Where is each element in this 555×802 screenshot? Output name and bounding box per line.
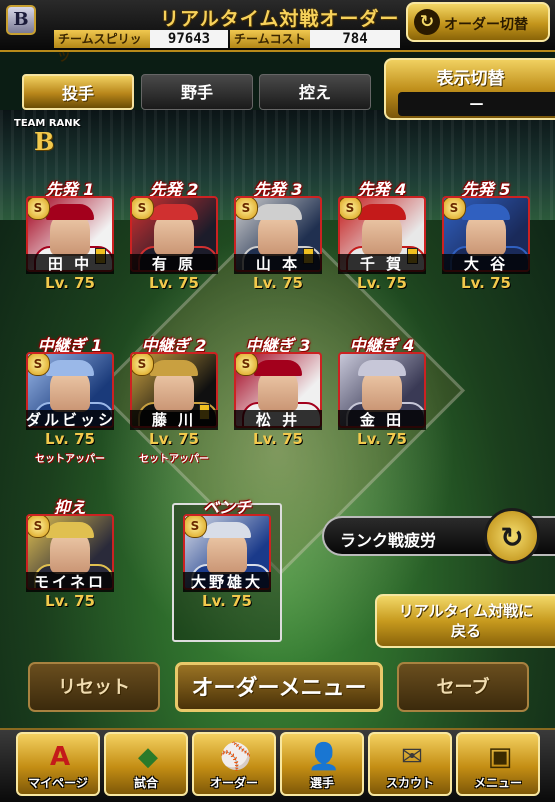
player-role: セットアッパー	[139, 454, 209, 465]
rarity-badge-icon: S	[340, 198, 362, 220]
player-cap	[254, 360, 302, 376]
display-switch-button[interactable]: 表示切替 —	[384, 58, 555, 120]
player-level: Lv. 75	[45, 274, 95, 292]
team-logo: B	[6, 5, 36, 35]
rarity-badge-icon: S	[132, 198, 154, 220]
player-cap	[358, 204, 406, 220]
player-name: 田 中	[26, 254, 114, 274]
player-level: Lv. 75	[149, 274, 199, 292]
player-icon: 👤	[307, 742, 341, 772]
player-level: Lv. 75	[357, 274, 407, 292]
page-title: リアルタイム対戦オーダー	[160, 8, 400, 30]
rarity-badge-icon: S	[444, 198, 466, 220]
player-cap	[150, 360, 198, 376]
team-spirit-label: チームスピリッツ	[54, 30, 150, 64]
nav-game[interactable]: ◆ 試合	[104, 732, 188, 796]
team-spirit-value: 97643	[150, 30, 228, 48]
reset-button[interactable]: リセット	[28, 662, 160, 712]
baseball-field-icon: ◆	[138, 742, 158, 772]
display-switch-value: —	[398, 92, 555, 116]
nav-menu-label: メニュー	[473, 776, 522, 790]
order-switch-button[interactable]: ↻ オーダー切替	[406, 2, 550, 42]
player-cap	[203, 522, 251, 538]
team-rank: TEAM RANK B	[14, 118, 80, 156]
team-cost-value: 784	[310, 30, 400, 48]
nav-player-label: 選手	[309, 776, 334, 790]
rarity-badge-icon: S	[28, 198, 50, 220]
back-to-realtime-line1: リアルタイム対戦に	[398, 602, 534, 620]
nav-mypage[interactable]: A マイページ	[16, 732, 100, 796]
player-level: Lv. 75	[253, 274, 303, 292]
player-name: 山 本	[234, 254, 322, 274]
player-level: Lv. 75	[357, 430, 407, 448]
rarity-badge-icon: S	[28, 516, 50, 538]
team-cost-label: チームコスト	[230, 30, 310, 48]
rarity-badge-icon: S	[28, 354, 50, 376]
nav-scout[interactable]: ✉ スカウト	[368, 732, 452, 796]
rarity-badge-icon: S	[236, 198, 258, 220]
tab-reserve[interactable]: 控え	[259, 74, 371, 110]
nav-player[interactable]: 👤 選手	[280, 732, 364, 796]
back-to-realtime-line2: 戻る	[450, 622, 481, 640]
player-name: モイネロ	[26, 572, 114, 592]
player-name: 大 谷	[442, 254, 530, 274]
display-switch-label: 表示切替	[436, 69, 505, 89]
player-name: 金 田	[338, 410, 426, 430]
rarity-badge-icon: S	[185, 516, 207, 538]
save-button[interactable]: セーブ	[397, 662, 529, 712]
player-cap	[358, 360, 406, 376]
rarity-badge-icon: S	[236, 354, 258, 376]
baseball-icon: ⚾	[219, 742, 253, 772]
player-cap	[46, 204, 94, 220]
team-rank-value: B	[34, 127, 55, 156]
nav-game-label: 試合	[133, 776, 158, 790]
tab-pitcher[interactable]: 投手	[22, 74, 134, 110]
refresh-icon[interactable]: ↻	[484, 508, 540, 564]
player-cap	[150, 204, 198, 220]
player-name: 大野雄大	[183, 572, 271, 592]
player-role: セットアッパー	[35, 454, 105, 465]
card-envelope-icon: ✉	[401, 742, 423, 772]
back-to-realtime-button[interactable]: リアルタイム対戦に 戻る	[375, 594, 555, 648]
player-level: Lv. 75	[45, 592, 95, 610]
player-level: Lv. 75	[202, 592, 252, 610]
player-cap	[462, 204, 510, 220]
nav-scout-label: スカウト	[385, 776, 434, 790]
player-cap	[254, 204, 302, 220]
rarity-badge-icon: S	[132, 354, 154, 376]
menu-icon: ▣	[487, 742, 513, 772]
mypage-icon: A	[49, 742, 71, 772]
order-menu-button[interactable]: オーダーメニュー	[175, 662, 383, 712]
nav-mypage-label: マイページ	[28, 776, 88, 790]
nav-menu[interactable]: ▣ メニュー	[456, 732, 540, 796]
nav-order[interactable]: ⚾ オーダー	[192, 732, 276, 796]
player-name: 松 井	[234, 410, 322, 430]
player-level: Lv. 75	[461, 274, 511, 292]
order-switch-label: オーダー切替	[444, 17, 528, 33]
player-level: Lv. 75	[253, 430, 303, 448]
tab-fielder[interactable]: 野手	[141, 74, 253, 110]
player-cap	[46, 360, 94, 376]
player-cap	[46, 522, 94, 538]
player-name: ダルビッシュ	[26, 410, 114, 430]
nav-order-label: オーダー	[209, 776, 258, 790]
rank-fatigue-label: ランク戦疲労	[340, 531, 437, 550]
player-level: Lv. 75	[45, 430, 95, 448]
player-name: 有 原	[130, 254, 218, 274]
player-name: 藤 川	[130, 410, 218, 430]
refresh-icon: ↻	[414, 9, 440, 35]
player-level: Lv. 75	[149, 430, 199, 448]
player-name: 千 賀	[338, 254, 426, 274]
